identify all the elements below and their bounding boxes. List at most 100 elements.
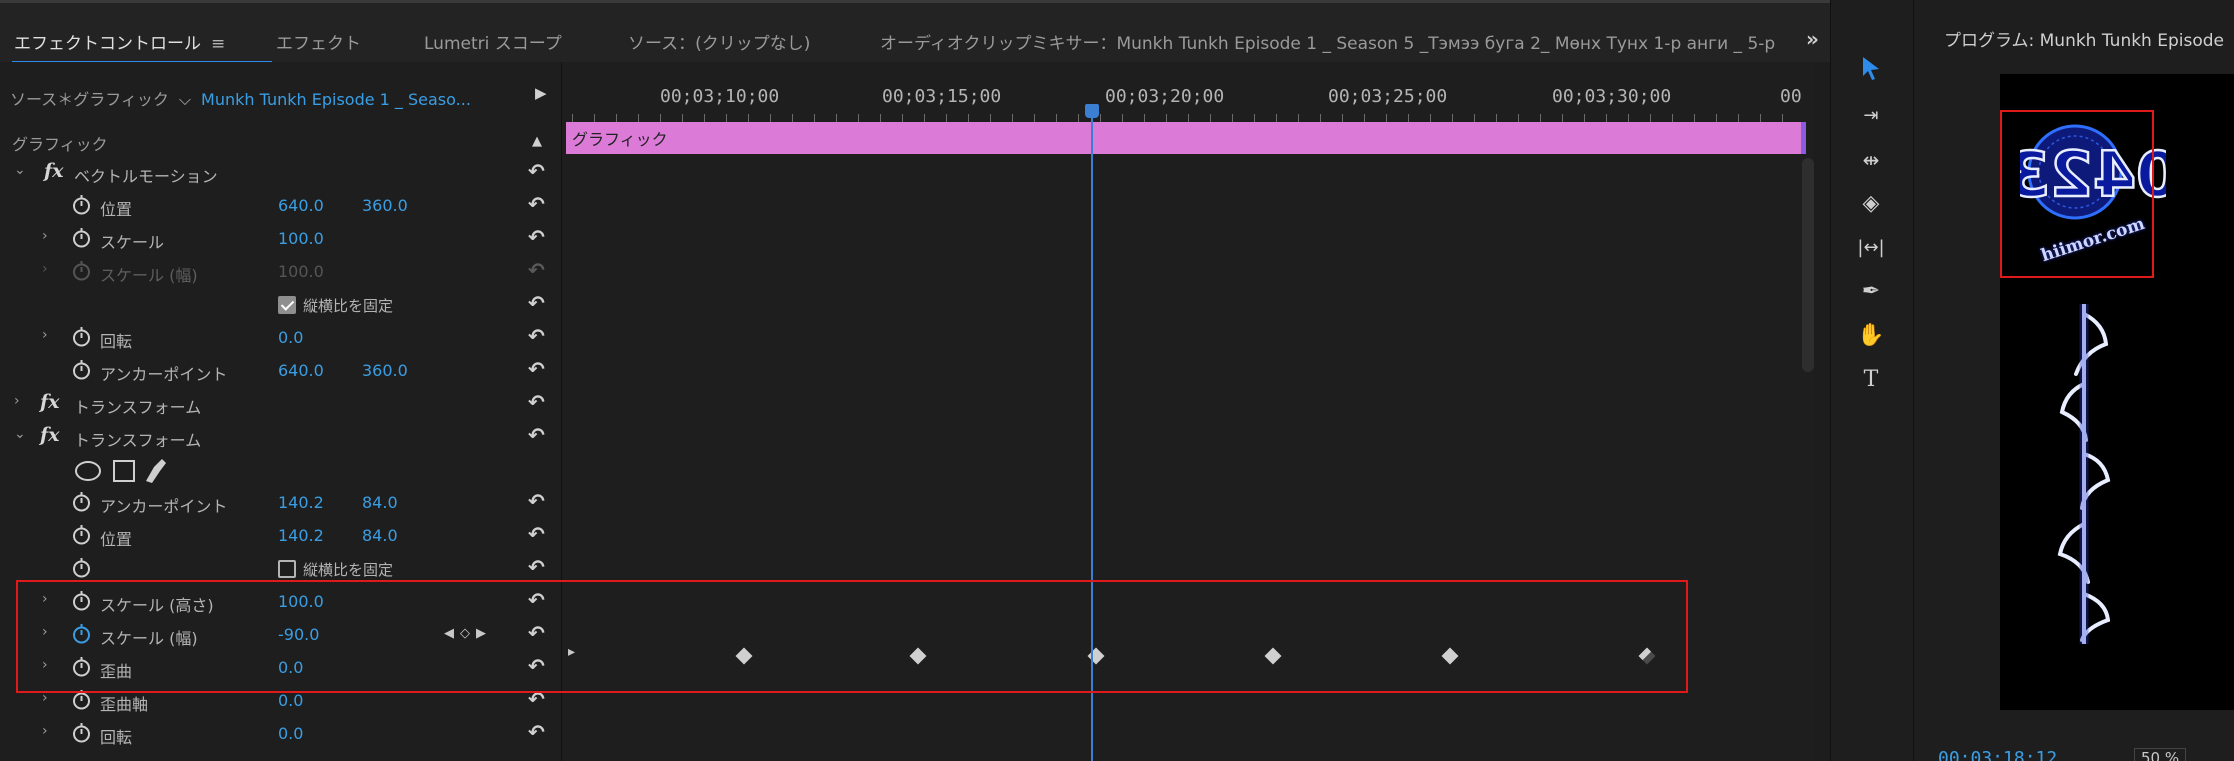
ec-row-position-2[interactable]: 位置 140.2 84.0 ↶ <box>0 519 562 552</box>
position-y-value[interactable]: 84.0 <box>362 526 398 545</box>
rotation-label: 回転 <box>100 728 133 747</box>
collapse-up-icon[interactable]: ▲ <box>532 134 542 149</box>
fx-icon[interactable]: fx <box>44 160 64 182</box>
reset-icon[interactable]: ↶ <box>528 324 545 348</box>
stopwatch-icon[interactable] <box>72 722 91 743</box>
anchor-y-value[interactable]: 360.0 <box>362 361 408 380</box>
pen-mask-icon[interactable] <box>146 459 166 483</box>
ec-row-anchor-point-2[interactable]: アンカーポイント 140.2 84.0 ↶ <box>0 486 562 519</box>
ruler-tick <box>1408 114 1409 122</box>
ec-row-anchor-point[interactable]: アンカーポイント 640.0 360.0 ↶ <box>0 354 562 387</box>
tab-overflow-button[interactable]: » <box>1806 27 1819 51</box>
pen-tool-icon[interactable]: ✒ <box>1851 272 1891 312</box>
ruler-tick <box>990 114 991 122</box>
razor-tool-icon[interactable]: ◈ <box>1851 184 1891 224</box>
ec-row-scale[interactable]: › スケール 100.0 ↶ <box>0 222 562 255</box>
reset-icon[interactable]: ↶ <box>528 159 545 183</box>
chevron-right-icon[interactable]: › <box>42 327 48 343</box>
chevron-down-icon[interactable]: ⌵ <box>179 90 191 109</box>
anchor-x-value[interactable]: 140.2 <box>278 493 324 512</box>
ruler-tick <box>572 114 573 122</box>
ellipse-mask-icon[interactable] <box>75 461 101 481</box>
rotation-value[interactable]: 0.0 <box>278 724 303 743</box>
rotation-value[interactable]: 0.0 <box>278 328 303 347</box>
ruler-tick <box>1342 114 1343 122</box>
ruler-tick <box>836 114 837 122</box>
stopwatch-icon[interactable] <box>72 359 91 380</box>
chevron-right-icon[interactable]: › <box>14 393 20 409</box>
stopwatch-icon[interactable] <box>72 227 91 248</box>
reset-icon[interactable]: ↶ <box>528 489 545 513</box>
tab-effects[interactable]: エフェクト <box>276 29 361 54</box>
ec-row-transform-collapsed[interactable]: › fx トランスフォーム ↶ <box>0 387 562 420</box>
clip-selector[interactable]: Munkh Tunkh Episode 1 _ Seaso... <box>201 90 471 109</box>
ec-row-rotation-2[interactable]: › 回転 0.0 ↶ <box>0 717 562 750</box>
play-icon[interactable]: ▶ <box>535 84 547 102</box>
program-timecode[interactable]: 00;03;18;12 <box>1938 748 2057 761</box>
expand-chevron-icon[interactable]: ⌄ <box>14 162 26 178</box>
slip-tool-icon[interactable]: |↔| <box>1851 228 1891 268</box>
playhead-handle[interactable] <box>1085 104 1099 118</box>
program-monitor-title[interactable]: プログラム: Munkh Tunkh Episode <box>1944 26 2224 51</box>
stopwatch-icon[interactable] <box>72 326 91 347</box>
rectangle-mask-icon[interactable] <box>113 460 135 482</box>
ruler-tick <box>1210 114 1211 122</box>
position-x-value[interactable]: 140.2 <box>278 526 324 545</box>
reset-icon[interactable]: ↶ <box>528 423 545 447</box>
zoom-level-select[interactable]: 50 % <box>2134 748 2187 761</box>
ec-row-uniform-scale[interactable]: 縦横比を固定 ↶ <box>0 288 562 321</box>
ruler-tick <box>1628 114 1629 122</box>
hand-tool-icon[interactable]: ✋ <box>1851 316 1891 356</box>
panel-menu-icon[interactable]: ≡ <box>211 34 225 54</box>
reset-icon[interactable]: ↶ <box>528 522 545 546</box>
stopwatch-icon[interactable] <box>72 524 91 545</box>
timecode-label: 00;03;10;00 <box>660 86 780 107</box>
anchor-point-label: アンカーポイント <box>100 497 228 516</box>
uniform-scale-checkbox[interactable] <box>278 560 296 578</box>
ripple-edit-tool-icon[interactable]: ⇹ <box>1851 140 1891 180</box>
stopwatch-icon[interactable] <box>72 557 91 578</box>
skew-axis-value[interactable]: 0.0 <box>278 691 303 710</box>
ec-row-position[interactable]: 位置 640.0 360.0 ↶ <box>0 189 562 222</box>
ruler-tick <box>1364 114 1365 122</box>
uniform-scale-checkbox[interactable] <box>278 296 296 314</box>
anchor-y-value[interactable]: 84.0 <box>362 493 398 512</box>
tab-lumetri-scopes[interactable]: Lumetri スコープ <box>424 29 562 54</box>
timeline-scrollbar[interactable] <box>1802 158 1814 372</box>
rotation-label: 回転 <box>100 332 133 351</box>
ec-row-rotation[interactable]: › 回転 0.0 ↶ <box>0 321 562 354</box>
selection-tool-icon[interactable] <box>1851 48 1891 88</box>
tab-effect-controls[interactable]: エフェクトコントロール ≡ <box>14 29 225 54</box>
fx-icon[interactable]: fx <box>40 424 60 446</box>
graphic-clip-bar[interactable]: グラフィック <box>566 122 1806 154</box>
expand-chevron-icon[interactable]: ⌄ <box>14 426 26 442</box>
position-y-value[interactable]: 360.0 <box>362 196 408 215</box>
chevron-right-icon[interactable]: › <box>42 723 48 739</box>
anchor-x-value[interactable]: 640.0 <box>278 361 324 380</box>
ruler-tick <box>1496 114 1497 122</box>
reset-icon[interactable]: ↶ <box>528 192 545 216</box>
source-selector[interactable]: ソース＊グラフィック ⌵ Munkh Tunkh Episode 1 _ Seaso… <box>10 86 471 110</box>
reset-icon[interactable]: ↶ <box>528 390 545 414</box>
ec-row-transform-expanded[interactable]: ⌄ fx トランスフォーム ↶ <box>0 420 562 453</box>
scale-width-value: 100.0 <box>278 262 324 281</box>
position-x-value[interactable]: 640.0 <box>278 196 324 215</box>
reset-icon[interactable]: ↶ <box>528 555 545 579</box>
ec-row-vector-motion[interactable]: ⌄ fx ベクトルモーション ↶ <box>0 156 562 189</box>
chevron-right-icon[interactable]: › <box>42 228 48 244</box>
scale-value[interactable]: 100.0 <box>278 229 324 248</box>
tab-audio-clip-mixer[interactable]: オーディオクリップミキサー：Munkh Tunkh Episode 1 _ Se… <box>880 29 1780 54</box>
track-select-tool-icon[interactable]: ⇥ <box>1851 96 1891 136</box>
ruler-tick <box>770 114 771 122</box>
reset-icon[interactable]: ↶ <box>528 357 545 381</box>
ruler-tick <box>1606 114 1607 122</box>
reset-icon[interactable]: ↶ <box>528 225 545 249</box>
stopwatch-icon[interactable] <box>72 491 91 512</box>
stopwatch-icon[interactable] <box>72 194 91 215</box>
type-tool-icon[interactable]: T <box>1851 360 1891 400</box>
tab-source[interactable]: ソース：(クリップなし) <box>628 29 810 54</box>
reset-icon[interactable]: ↶ <box>528 720 545 744</box>
time-ruler[interactable]: 00;03;10;00 00;03;15;00 00;03;20;00 00;0… <box>562 62 1814 122</box>
reset-icon[interactable]: ↶ <box>528 291 545 315</box>
fx-icon[interactable]: fx <box>40 391 60 413</box>
